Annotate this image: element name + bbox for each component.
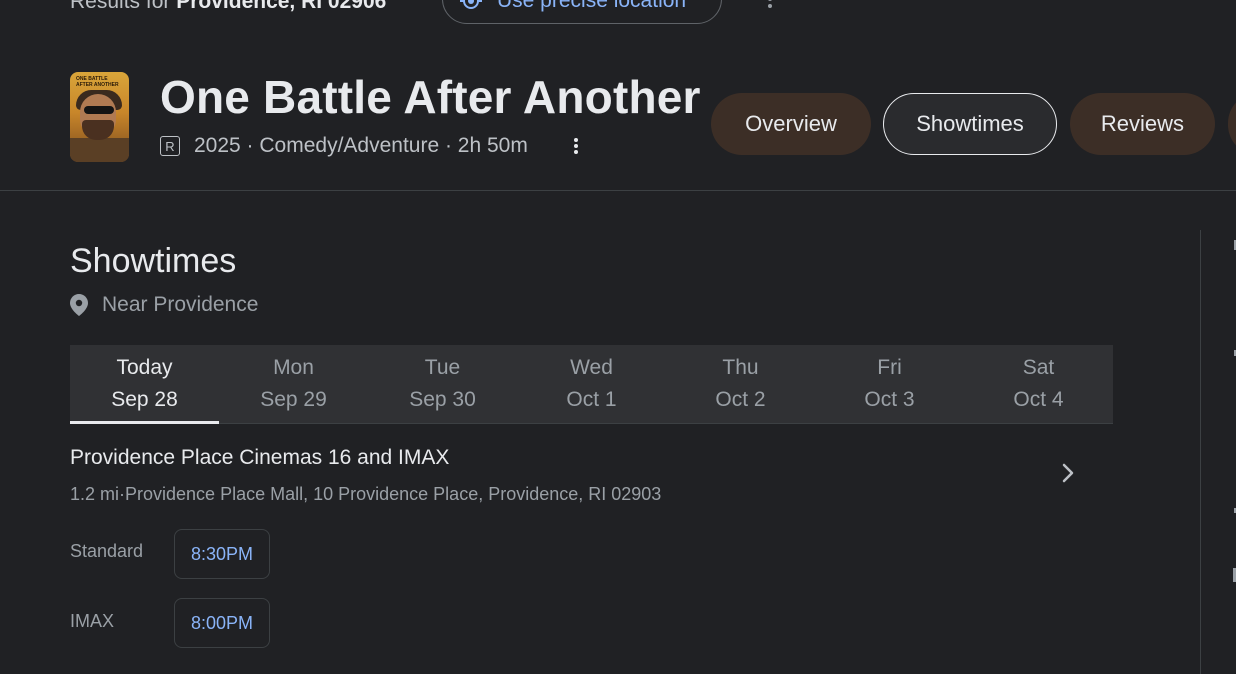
showtime-button[interactable]: 8:30PM: [174, 529, 270, 579]
results-prefix: Results for: [70, 0, 171, 13]
day-date: Sep 29: [260, 388, 327, 411]
precise-location-label: Use precise location: [497, 0, 687, 12]
results-for-line: Results for Providence, RI 02906: [70, 0, 386, 14]
day-name: Wed: [570, 356, 613, 379]
day-tab-wed[interactable]: Wed Oct 1: [517, 345, 666, 423]
tab-reviews[interactable]: Reviews: [1070, 93, 1215, 155]
day-name: Sat: [1022, 356, 1055, 379]
header-divider: [0, 190, 1236, 191]
theater-address: 1.2 mi·Providence Place Mall, 10 Provide…: [70, 484, 662, 504]
format-label-standard: Standard: [70, 541, 144, 561]
movie-meta-row: R 2025 · Comedy/Adventure · 2h 50m: [160, 134, 528, 158]
date-selector: Today Sep 28 Mon Sep 29 Tue Sep 30 Wed O…: [70, 345, 1113, 424]
day-date: Oct 1: [566, 388, 617, 411]
near-location: Near Providence: [70, 293, 258, 317]
day-name: Mon: [273, 356, 314, 379]
movie-meta-text: 2025 · Comedy/Adventure · 2h 50m: [194, 134, 528, 157]
location-target-icon: [460, 0, 482, 9]
day-name: Thu: [722, 356, 759, 379]
day-date: Sep 28: [111, 388, 178, 411]
day-tab-today[interactable]: Today Sep 28: [70, 345, 219, 424]
day-tab-mon[interactable]: Mon Sep 29: [219, 345, 368, 423]
use-precise-location-button[interactable]: Use precise location: [442, 0, 722, 24]
tab-reviews-label: Reviews: [1100, 111, 1185, 136]
tab-showtimes-label: Showtimes: [916, 111, 1024, 136]
format-label-imax: IMAX: [70, 611, 115, 631]
day-name: Tue: [424, 356, 461, 379]
tab-more-partial[interactable]: [1228, 93, 1236, 155]
near-label: Near Providence: [102, 293, 259, 316]
day-date: Oct 4: [1013, 388, 1064, 411]
more-vert-icon[interactable]: [572, 137, 580, 155]
more-vert-icon[interactable]: [764, 0, 776, 12]
rating-badge: R: [160, 136, 180, 156]
tab-overview[interactable]: Overview: [711, 93, 871, 155]
showtime-button[interactable]: 8:00PM: [174, 598, 270, 648]
theater-name-link[interactable]: Providence Place Cinemas 16 and IMAX: [70, 446, 449, 470]
results-location: Providence, RI 02906: [176, 0, 387, 13]
location-pin-icon: [70, 294, 88, 316]
day-tab-fri[interactable]: Fri Oct 3: [815, 345, 964, 423]
chevron-right-icon[interactable]: [1058, 461, 1078, 485]
day-tab-tue[interactable]: Tue Sep 30: [368, 345, 517, 423]
day-name: Today: [116, 356, 173, 379]
day-date: Oct 2: [715, 388, 766, 411]
movie-title: One Battle After Another: [160, 71, 701, 123]
day-date: Oct 3: [864, 388, 915, 411]
day-tab-sat[interactable]: Sat Oct 4: [964, 345, 1113, 423]
tab-overview-label: Overview: [745, 111, 837, 136]
tab-showtimes[interactable]: Showtimes: [883, 93, 1057, 155]
side-panel-divider: [1200, 230, 1201, 674]
poster-title-text: ONE BATTLE AFTER ANOTHER: [76, 76, 119, 88]
day-date: Sep 30: [409, 388, 476, 411]
day-name: Fri: [877, 356, 902, 379]
movie-poster[interactable]: ONE BATTLE AFTER ANOTHER: [70, 72, 129, 162]
showtimes-heading: Showtimes: [70, 242, 237, 280]
side-panel-clipped-content: [1233, 240, 1236, 582]
day-tab-thu[interactable]: Thu Oct 2: [666, 345, 815, 423]
